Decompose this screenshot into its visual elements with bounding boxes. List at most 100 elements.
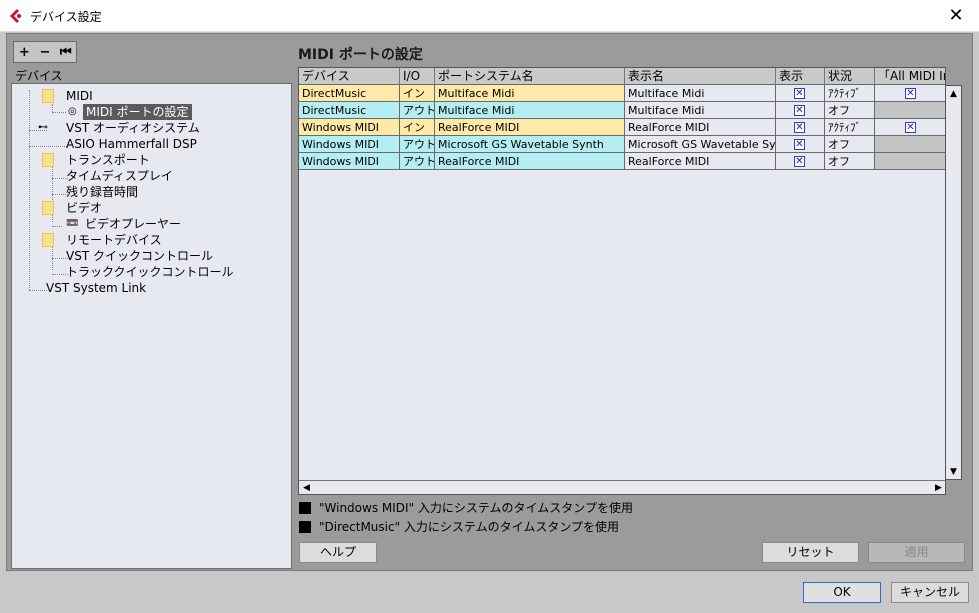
ok-button[interactable]: OK bbox=[803, 582, 881, 603]
video-folder-icon bbox=[42, 201, 54, 215]
apply-button[interactable]: 適用 bbox=[868, 542, 965, 563]
device-cell[interactable]: Windows MIDI bbox=[299, 119, 400, 136]
remove-button[interactable]: − bbox=[35, 42, 56, 62]
close-button[interactable]: ✕ bbox=[933, 0, 979, 31]
port-cell[interactable]: Multiface Midi bbox=[435, 102, 625, 119]
show-checkbox[interactable]: ✕ bbox=[794, 105, 805, 116]
directmusic-timestamp-checkbox[interactable] bbox=[299, 521, 311, 533]
all-midi-in-cell[interactable] bbox=[875, 136, 945, 153]
scroll-left-icon[interactable]: ◀ bbox=[299, 481, 314, 494]
port-cell[interactable]: RealForce MIDI bbox=[435, 153, 625, 170]
devices-label: デバイス bbox=[15, 69, 63, 83]
tree-item-video-player[interactable]: ビデオプレーヤー bbox=[85, 216, 181, 232]
horizontal-scrollbar[interactable]: ◀ ▶ bbox=[299, 480, 945, 494]
add-button[interactable]: + bbox=[14, 42, 35, 62]
cubase-logo-icon bbox=[9, 8, 21, 24]
all-midi-in-cell[interactable] bbox=[875, 153, 945, 170]
table-row[interactable]: Windows MIDI イン RealForce MIDI RealForce MI… bbox=[299, 119, 945, 136]
tree-item-video[interactable]: ビデオ bbox=[66, 200, 102, 216]
show-checkbox[interactable]: ✕ bbox=[794, 156, 805, 167]
dialog-body: + − ⏮ デバイス MIDI ◎ MIDI ポートの設定 ⊷ VST オーディ… bbox=[6, 33, 973, 571]
window-title: デバイス設定 bbox=[30, 10, 102, 24]
tree-item-vst-quick-controls[interactable]: VST クイックコントロール bbox=[66, 248, 213, 264]
tree-item-system-link[interactable]: VST System Link bbox=[46, 280, 146, 296]
status-cell[interactable]: ｱｸﾃｨﾌﾞ bbox=[825, 119, 875, 136]
io-cell[interactable]: アウト bbox=[400, 136, 435, 153]
all-midi-in-checkbox[interactable]: ✕ bbox=[905, 88, 916, 99]
col-status[interactable]: 状況 bbox=[825, 68, 875, 85]
show-cell[interactable]: ✕ bbox=[776, 136, 825, 153]
show-checkbox[interactable]: ✕ bbox=[794, 122, 805, 133]
scroll-up-icon[interactable]: ▲ bbox=[946, 86, 961, 101]
midi-port-table: デバイス I/O ポートシステム名 表示名 表示 状況 「All MIDI In… bbox=[298, 67, 946, 495]
io-cell[interactable]: アウト bbox=[400, 102, 435, 119]
tree-item-track-quick-controls[interactable]: トラッククイックコントロール bbox=[66, 264, 234, 280]
device-cell[interactable]: Windows MIDI bbox=[299, 136, 400, 153]
tree-item-remote[interactable]: リモートデバイス bbox=[66, 232, 162, 248]
display-cell[interactable]: Multiface Midi bbox=[625, 102, 776, 119]
video-player-icon: 📼 bbox=[66, 218, 79, 229]
table-row[interactable]: DirectMusic アウト Multiface Midi Multiface Mi… bbox=[299, 102, 945, 119]
windows-midi-timestamp-label: "Windows MIDI" 入力にシステムのタイムスタンプを使用 bbox=[319, 501, 633, 515]
table-row[interactable]: Windows MIDI アウト Microsoft GS Wavetable Sy… bbox=[299, 136, 945, 153]
tree-item-transport[interactable]: トランスポート bbox=[66, 152, 150, 168]
table-row[interactable]: DirectMusic イン Multiface Midi Multiface Mid… bbox=[299, 85, 945, 102]
tree-item-vst-audio[interactable]: VST オーディオシステム bbox=[66, 120, 200, 136]
port-cell[interactable]: Microsoft GS Wavetable Synth bbox=[435, 136, 625, 153]
show-cell[interactable]: ✕ bbox=[776, 102, 825, 119]
title-bar: デバイス設定 ✕ bbox=[0, 0, 979, 32]
port-cell[interactable]: RealForce MIDI bbox=[435, 119, 625, 136]
display-cell[interactable]: Microsoft GS Wavetable Synt bbox=[625, 136, 776, 153]
status-cell[interactable]: ｱｸﾃｨﾌﾞ bbox=[825, 85, 875, 102]
display-cell[interactable]: RealForce MIDI bbox=[625, 119, 776, 136]
tree-item-midi-ports[interactable]: MIDI ポートの設定 bbox=[83, 104, 192, 120]
cancel-button[interactable]: キャンセル bbox=[891, 582, 969, 603]
device-cell[interactable]: DirectMusic bbox=[299, 102, 400, 119]
show-checkbox[interactable]: ✕ bbox=[794, 88, 805, 99]
tree-item-asio[interactable]: ASIO Hammerfall DSP bbox=[66, 136, 197, 152]
all-midi-in-cell[interactable]: ✕ bbox=[875, 85, 945, 102]
tree-item-time-display[interactable]: タイムディスプレイ bbox=[66, 168, 173, 184]
show-cell[interactable]: ✕ bbox=[776, 85, 825, 102]
show-cell[interactable]: ✕ bbox=[776, 119, 825, 136]
all-midi-in-checkbox[interactable]: ✕ bbox=[905, 122, 916, 133]
col-io[interactable]: I/O bbox=[400, 68, 435, 85]
tree-toolbar: + − ⏮ bbox=[13, 41, 77, 63]
midi-folder-icon bbox=[42, 89, 54, 103]
all-midi-in-cell[interactable]: ✕ bbox=[875, 119, 945, 136]
col-display-name[interactable]: 表示名 bbox=[625, 68, 776, 85]
display-cell[interactable]: Multiface Midi bbox=[625, 85, 776, 102]
reset-button[interactable]: リセット bbox=[762, 542, 859, 563]
show-cell[interactable]: ✕ bbox=[776, 153, 825, 170]
scroll-right-icon[interactable]: ▶ bbox=[931, 481, 945, 494]
reset-device-button[interactable]: ⏮ bbox=[55, 42, 76, 62]
audio-icon: ⊷ bbox=[38, 122, 48, 133]
table-header: デバイス I/O ポートシステム名 表示名 表示 状況 「All MIDI In bbox=[299, 68, 945, 85]
io-cell[interactable]: アウト bbox=[400, 153, 435, 170]
status-cell[interactable]: オフ bbox=[825, 136, 875, 153]
col-device[interactable]: デバイス bbox=[299, 68, 400, 85]
table-row[interactable]: Windows MIDI アウト RealForce MIDI RealForce M… bbox=[299, 153, 945, 170]
all-midi-in-cell[interactable] bbox=[875, 102, 945, 119]
help-button[interactable]: ヘルプ bbox=[299, 542, 377, 563]
tree-item-record-time[interactable]: 残り録音時間 bbox=[66, 184, 138, 200]
transport-folder-icon bbox=[42, 153, 54, 167]
col-show[interactable]: 表示 bbox=[776, 68, 825, 85]
col-port-system-name[interactable]: ポートシステム名 bbox=[435, 68, 625, 85]
port-cell[interactable]: Multiface Midi bbox=[435, 85, 625, 102]
show-checkbox[interactable]: ✕ bbox=[794, 139, 805, 150]
directmusic-timestamp-label: "DirectMusic" 入力にシステムのタイムスタンプを使用 bbox=[319, 520, 619, 534]
scroll-down-icon[interactable]: ▼ bbox=[946, 464, 961, 479]
status-cell[interactable]: オフ bbox=[825, 153, 875, 170]
col-all-midi-in[interactable]: 「All MIDI In bbox=[875, 68, 945, 85]
io-cell[interactable]: イン bbox=[400, 85, 435, 102]
display-cell[interactable]: RealForce MIDI bbox=[625, 153, 776, 170]
remote-folder-icon bbox=[42, 233, 54, 247]
windows-midi-timestamp-checkbox[interactable] bbox=[299, 502, 311, 514]
vertical-scrollbar[interactable]: ▲ ▼ bbox=[946, 85, 962, 480]
device-cell[interactable]: Windows MIDI bbox=[299, 153, 400, 170]
device-cell[interactable]: DirectMusic bbox=[299, 85, 400, 102]
io-cell[interactable]: イン bbox=[400, 119, 435, 136]
status-cell[interactable]: オフ bbox=[825, 102, 875, 119]
tree-item-midi[interactable]: MIDI bbox=[66, 88, 93, 104]
